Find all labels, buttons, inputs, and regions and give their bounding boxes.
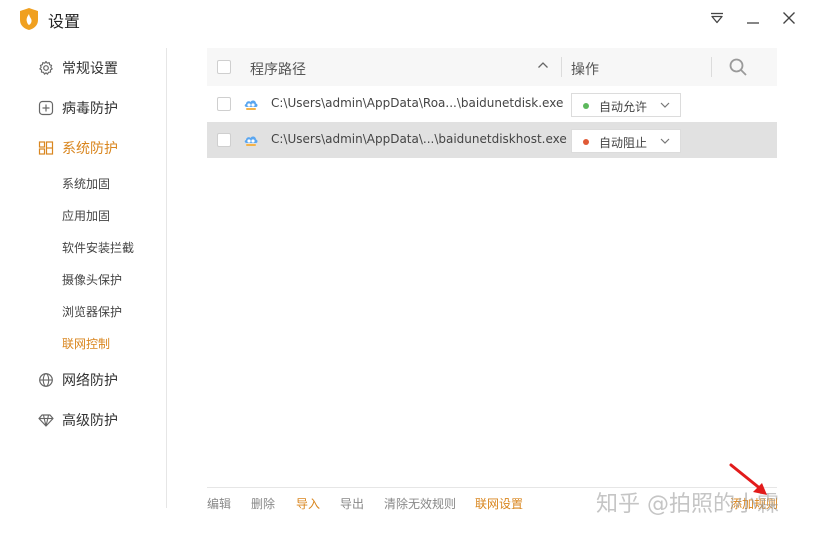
sidebar-item-label: 高级防护 (62, 413, 118, 429)
export-button[interactable]: 导出 (340, 495, 364, 512)
row-checkbox[interactable] (217, 97, 231, 111)
baidu-netdisk-icon (244, 100, 258, 110)
plus-square-icon (38, 100, 54, 116)
sidebar-item-label: 系统防护 (62, 141, 118, 157)
sub-item-system-harden[interactable]: 系统加固 (62, 175, 110, 193)
table-row[interactable]: C:\Users\admin\AppData\Roa...\baidunetdi… (207, 86, 777, 122)
sub-item-app-harden[interactable]: 应用加固 (62, 207, 110, 225)
action-select[interactable]: 自动阻止 (571, 129, 681, 153)
menu-dropdown-button[interactable] (705, 6, 729, 30)
network-settings-button[interactable]: 联网设置 (475, 495, 523, 512)
dropdown-menu-icon (711, 12, 723, 24)
sidebar-item-label: 网络防护 (62, 373, 118, 389)
action-select-value: 自动允许 (599, 100, 648, 114)
import-button[interactable]: 导入 (296, 495, 320, 512)
diamond-icon (38, 412, 54, 428)
chevron-up-icon[interactable] (537, 60, 549, 70)
program-path: C:\Users\admin\AppData\...\baidunetdiskh… (271, 132, 567, 146)
sub-item-network-control[interactable]: 联网控制 (62, 335, 110, 353)
program-path: C:\Users\admin\AppData\Roa...\baidunetdi… (271, 96, 564, 110)
delete-button[interactable]: 删除 (251, 495, 275, 512)
table-header: 程序路径 操作 (207, 48, 777, 86)
app-logo-icon (20, 8, 38, 30)
close-button[interactable] (777, 6, 801, 30)
sidebar-item-virus[interactable]: 病毒防护 (38, 97, 118, 119)
red-arrow-annotation (729, 463, 767, 495)
minimize-button[interactable] (741, 6, 765, 30)
column-divider (711, 57, 712, 77)
action-select-value: 自动阻止 (599, 136, 648, 150)
close-icon (783, 12, 795, 24)
status-dot (583, 103, 589, 109)
sidebar-item-label: 病毒防护 (62, 101, 118, 117)
row-checkbox[interactable] (217, 133, 231, 147)
window-title: 设置 (48, 12, 81, 31)
globe-icon (38, 372, 54, 388)
table-row[interactable]: C:\Users\admin\AppData\...\baidunetdiskh… (207, 122, 777, 158)
column-header-path[interactable]: 程序路径 (250, 59, 306, 79)
sub-item-install-block[interactable]: 软件安装拦截 (62, 239, 134, 257)
chevron-down-icon (660, 102, 670, 108)
status-dot (583, 139, 589, 145)
sidebar-divider (166, 48, 167, 508)
sidebar-item-advanced[interactable]: 高级防护 (38, 409, 118, 431)
edit-button[interactable]: 编辑 (207, 495, 231, 512)
title-bar: 设置 (0, 0, 815, 38)
baidu-netdisk-icon (244, 136, 258, 146)
minimize-icon (747, 22, 759, 24)
column-header-action: 操作 (571, 62, 599, 78)
sidebar-item-system[interactable]: 系统防护 (38, 137, 118, 159)
sidebar-item-network[interactable]: 网络防护 (38, 369, 118, 391)
sidebar-item-label: 常规设置 (62, 61, 118, 77)
select-all-checkbox[interactable] (217, 60, 231, 74)
sub-item-camera-protect[interactable]: 摄像头保护 (62, 271, 122, 289)
grid-icon (38, 140, 54, 156)
sidebar-item-general[interactable]: 常规设置 (38, 57, 118, 79)
column-divider (561, 57, 562, 77)
chevron-down-icon (660, 138, 670, 144)
action-select[interactable]: 自动允许 (571, 93, 681, 117)
gear-icon (38, 60, 54, 76)
clear-invalid-rules-button[interactable]: 清除无效规则 (384, 495, 456, 512)
search-icon[interactable] (728, 57, 748, 77)
sub-item-browser-protect[interactable]: 浏览器保护 (62, 303, 122, 321)
